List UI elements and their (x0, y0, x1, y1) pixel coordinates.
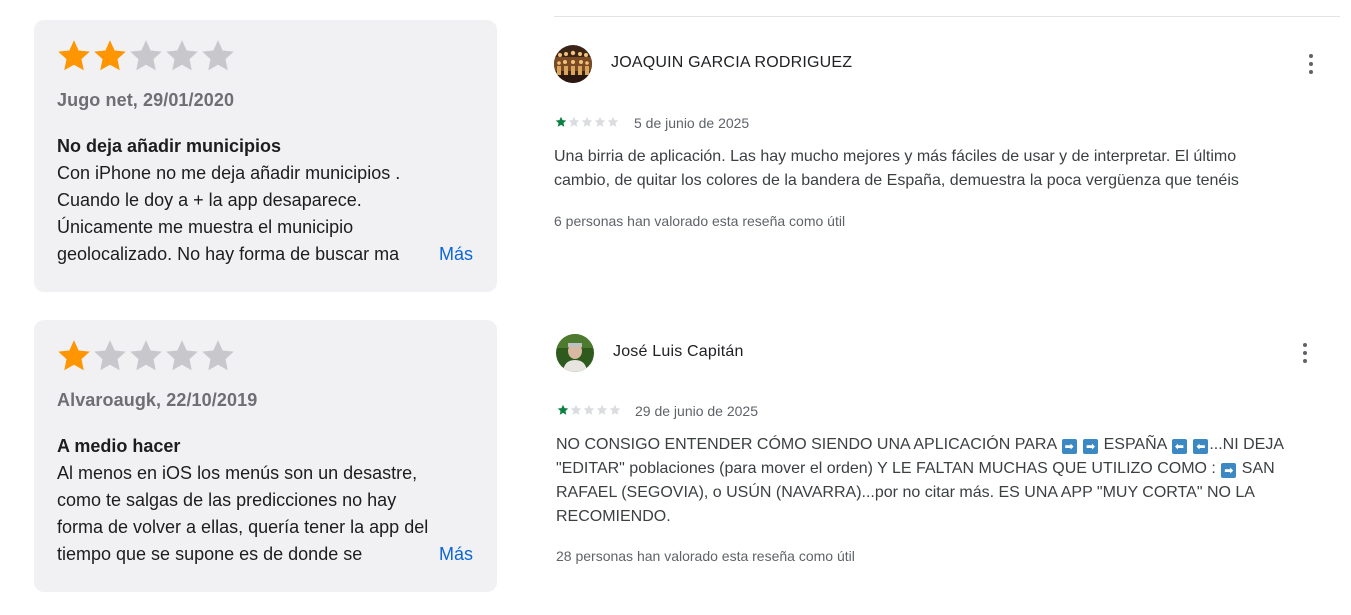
star-filled-icon (58, 340, 90, 371)
star-empty-icon (581, 116, 593, 127)
review-author-date: Alvaroaugk, 22/10/2019 (57, 390, 258, 410)
right-arrow-icon: ➡ (1083, 439, 1099, 454)
review-text: NO CONSIGO ENTENDER CÓMO SIENDO UNA APLI… (556, 433, 1284, 529)
star-empty-icon (202, 40, 234, 71)
review-body-line: como te salgas de las predicciones no ha… (57, 490, 397, 510)
star-empty-icon (166, 340, 198, 371)
star-rating (56, 337, 236, 375)
review-body-line: tiempo que se supone es de donde se (57, 544, 363, 564)
review-body-line: Al menos en iOS los menús son un desastr… (57, 463, 418, 483)
more-vert-icon[interactable] (1293, 341, 1317, 365)
review-author-date: Jugo net, 29/01/2020 (57, 90, 235, 110)
star-empty-icon (594, 116, 606, 127)
star-empty-icon (130, 340, 162, 371)
review-body-line: Cuando le doy a + la app desaparece. (57, 190, 362, 210)
star-filled-icon (557, 404, 569, 415)
star-empty-icon (570, 404, 582, 415)
review-body-line: Únicamente me muestra el municipio (57, 217, 354, 237)
divider (554, 16, 1340, 17)
star-empty-icon (583, 404, 595, 415)
review-title: A medio hacer (57, 436, 181, 456)
star-rating (56, 37, 236, 75)
reviewer-name[interactable]: José Luis Capitán (613, 343, 744, 361)
star-filled-icon (58, 40, 90, 71)
review-body-line: forma de volver a ellas, quería tener la… (57, 517, 429, 537)
star-empty-icon (568, 116, 580, 127)
right-arrow-icon: ➡ (1061, 439, 1077, 454)
review-text-line: Una birria de aplicación. Las hay mucho … (554, 148, 1237, 165)
star-empty-icon (166, 40, 198, 71)
star-empty-icon (609, 404, 621, 415)
text-segment: ...NI DEJA (1209, 436, 1285, 453)
more-link[interactable]: Más (434, 541, 473, 568)
review-date: 29 de junio de 2025 (635, 403, 758, 419)
review-text-line: RAFAEL (SEGOVIA), o USÚN (NAVARRA)...por… (556, 484, 1255, 501)
star-rating (555, 116, 619, 128)
review-text-line: NO CONSIGO ENTENDER CÓMO SIENDO UNA APLI… (556, 433, 1284, 457)
review-body-line: Con iPhone no me deja añadir municipios … (57, 163, 401, 183)
left-arrow-icon: ⬅ (1171, 439, 1187, 454)
helpful-count: 28 personas han valorado esta reseña com… (556, 548, 855, 564)
star-filled-icon (94, 40, 126, 71)
star-empty-icon (596, 404, 608, 415)
star-empty-icon (607, 116, 619, 127)
text-segment: SAN (1241, 460, 1275, 477)
star-filled-icon (555, 116, 567, 127)
review-text: Una birria de aplicación. Las hay mucho … (554, 145, 1239, 193)
reviewer-name[interactable]: JOAQUIN GARCIA RODRIGUEZ (611, 54, 852, 72)
more-vert-icon[interactable] (1299, 52, 1323, 76)
right-arrow-icon: ➡ (1221, 463, 1237, 478)
more-link[interactable]: Más (434, 241, 473, 268)
text-fade (405, 241, 435, 268)
left-arrow-icon: ⬅ (1193, 439, 1209, 454)
review-text-line: cambio, de quitar los colores de la band… (554, 172, 1239, 189)
helpful-count: 6 personas han valorado esta reseña como… (554, 213, 846, 229)
star-empty-icon (130, 40, 162, 71)
text-segment: "EDITAR" poblaciones (para mover el orde… (556, 460, 1216, 477)
star-empty-icon (202, 340, 234, 371)
star-rating (557, 404, 621, 416)
photo-avatar-icon[interactable] (554, 45, 592, 83)
photo-avatar-icon[interactable] (556, 334, 594, 372)
text-segment: ESPAÑA (1103, 436, 1167, 453)
review-body: Al menos en iOS los menús son un desastr… (57, 460, 477, 568)
review-date: 5 de junio de 2025 (634, 115, 750, 131)
review-card: Alvaroaugk, 22/10/2019 A medio hacer Al … (34, 320, 497, 592)
review-text-line: RECOMIENDO. (556, 508, 671, 525)
review-card: Jugo net, 29/01/2020 No deja añadir muni… (34, 20, 497, 292)
star-empty-icon (94, 340, 126, 371)
review-title: No deja añadir municipios (57, 136, 282, 156)
review-text-line: "EDITAR" poblaciones (para mover el orde… (556, 457, 1284, 481)
text-segment: NO CONSIGO ENTENDER CÓMO SIENDO UNA APLI… (556, 436, 1057, 453)
